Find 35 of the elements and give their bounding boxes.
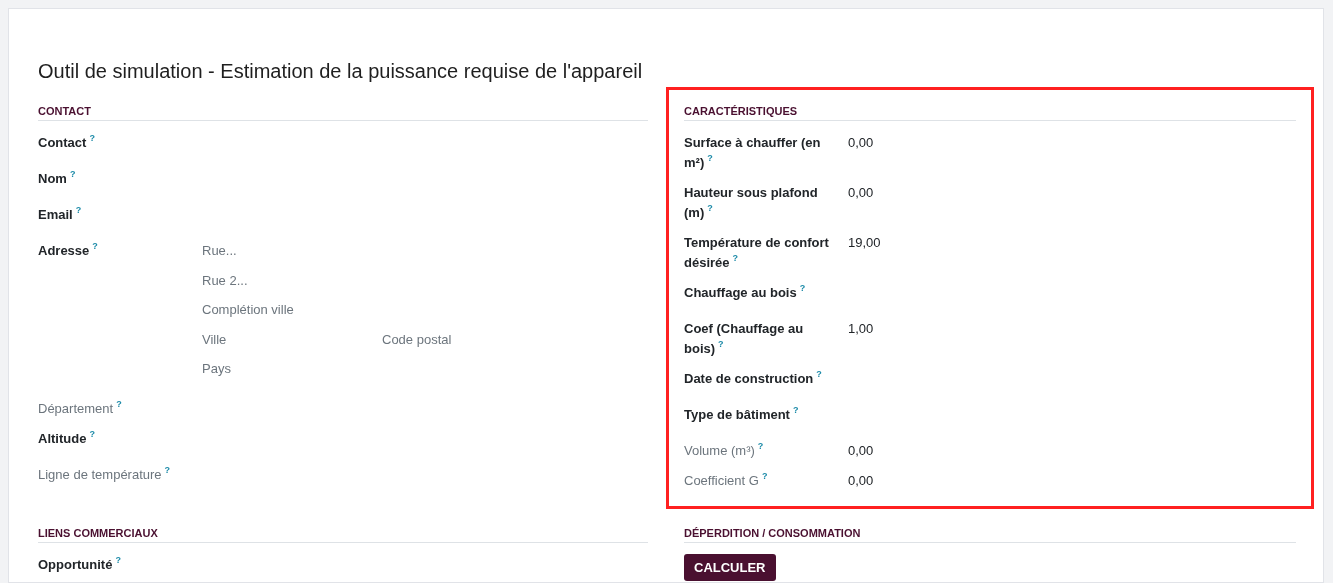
section-heading: CARACTÉRISTIQUES xyxy=(684,104,1296,121)
input-field[interactable]: Code postal xyxy=(382,329,552,350)
input-field[interactable]: Pays xyxy=(202,359,372,379)
field-value: 0,00 xyxy=(848,443,874,458)
field-label: Type de bâtiment $^{?}$ xyxy=(684,405,800,424)
input-field[interactable]: Rue 2... xyxy=(202,270,372,291)
field-label: Chauffage au bois $^{?}$ xyxy=(684,283,807,302)
field-value: 0,00 xyxy=(848,473,874,488)
field-label: Coefficient G $^{?}$ xyxy=(684,471,769,490)
field-label: Contact $^{?}$ xyxy=(38,133,96,152)
field-label: Volume (m³) $^{?}$ xyxy=(684,441,765,460)
field-value: 1,00 xyxy=(848,321,874,336)
input-field[interactable]: Ville xyxy=(202,329,372,350)
field-label: Hauteur sous plafond (m) $^{?}$ xyxy=(684,184,819,222)
field-value: 0,00 xyxy=(848,135,874,150)
section-heading: CONTACT xyxy=(38,104,648,121)
input-field[interactable]: Rue... xyxy=(202,241,372,261)
field-label: Coef (Chauffage au bois) $^{?}$ xyxy=(684,320,805,358)
input-field[interactable]: Complétion ville xyxy=(202,300,372,320)
field-label: Adresse $^{?}$ xyxy=(38,241,99,260)
field-label: Date de construction $^{?}$ xyxy=(684,369,823,388)
field-label: Ligne de température $^{?}$ xyxy=(38,464,172,484)
calculate-button[interactable]: CALCULER xyxy=(684,554,776,581)
form-title: Outil de simulation - Estimation de la puissance requise de l'appareil xyxy=(38,59,644,83)
field-label: Département $^{?}$ xyxy=(38,398,123,418)
field-label: Surface à chauffer (en m²) $^{?}$ xyxy=(684,134,822,172)
section-heading: LIENS COMMERCIAUX xyxy=(38,526,648,543)
field-label: Température de confort désirée $^{?}$ xyxy=(684,234,830,272)
field-label: Email $^{?}$ xyxy=(38,205,83,224)
section-heading: DÉPERDITION / CONSOMMATION xyxy=(684,526,1296,543)
field-label: Nom $^{?}$ xyxy=(38,169,77,188)
field-label: Altitude $^{?}$ xyxy=(38,428,96,448)
field-label: Opportunité $^{?}$ xyxy=(38,555,122,574)
field-value: 0,00 xyxy=(848,185,874,200)
field-value: 19,00 xyxy=(848,235,881,250)
